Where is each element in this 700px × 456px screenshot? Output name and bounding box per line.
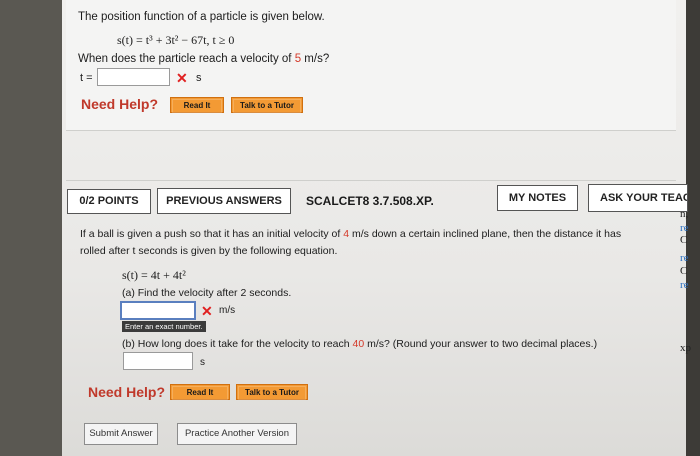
q2-part-a-unit: m/s bbox=[219, 305, 236, 316]
q2-talk-to-tutor-button[interactable]: Talk to a Tutor bbox=[236, 384, 308, 400]
q2-divider bbox=[66, 180, 676, 181]
q2-part-a: (a) Find the velocity after 2 seconds. bbox=[122, 287, 292, 299]
problem-code: SCALCET8 3.7.508.XP. bbox=[306, 194, 434, 208]
practice-another-version-button[interactable]: Practice Another Version bbox=[177, 423, 297, 445]
previous-answers-tab[interactable]: PREVIOUS ANSWERS bbox=[157, 188, 291, 214]
side-fragment: re bbox=[680, 279, 689, 291]
q1-need-help: Need Help? bbox=[81, 96, 159, 112]
q2-read-it-button[interactable]: Read It bbox=[170, 384, 230, 400]
incorrect-x-icon-a: ✕ bbox=[201, 303, 213, 319]
my-notes-button[interactable]: MY NOTES bbox=[497, 185, 578, 211]
submit-answer-button[interactable]: Submit Answer bbox=[84, 423, 158, 445]
q1-answer-input[interactable] bbox=[97, 68, 170, 86]
side-fragment: xp bbox=[680, 342, 691, 354]
side-fragment: re bbox=[680, 222, 689, 234]
points-tab[interactable]: 0/2 POINTS bbox=[67, 189, 151, 214]
side-fragment: C bbox=[680, 234, 688, 246]
q1-talk-to-tutor-button[interactable]: Talk to a Tutor bbox=[231, 97, 303, 113]
q2-intro-line1: If a ball is given a push so that it has… bbox=[80, 228, 622, 240]
q1-equation: s(t) = t³ + 3t² − 67t, t ≥ 0 bbox=[117, 33, 235, 47]
q2-need-help: Need Help? bbox=[88, 384, 166, 400]
q1-prompt: The position function of a particle is g… bbox=[78, 11, 325, 23]
incorrect-x-icon: ✕ bbox=[176, 70, 188, 86]
q1-read-it-button[interactable]: Read It bbox=[170, 97, 224, 113]
ask-teacher-button[interactable]: ASK YOUR TEACH bbox=[588, 184, 688, 212]
side-fragment: C bbox=[680, 265, 688, 277]
q1-question: When does the particle reach a velocity … bbox=[78, 53, 330, 65]
side-fragment: n, bbox=[680, 208, 689, 220]
q2-part-b-input[interactable] bbox=[123, 352, 193, 370]
q2-part-b: (b) How long does it take for the veloci… bbox=[122, 338, 598, 350]
q1-answer-label: t = bbox=[80, 72, 93, 84]
side-fragment: re bbox=[680, 252, 689, 264]
exact-number-tooltip: Enter an exact number. bbox=[122, 321, 206, 332]
q1-unit: s bbox=[196, 72, 202, 84]
q2-part-a-input[interactable] bbox=[120, 301, 196, 320]
q2-part-b-unit: s bbox=[200, 357, 205, 368]
q2-intro-line2: rolled after t seconds is given by the f… bbox=[80, 245, 338, 257]
q2-equation: s(t) = 4t + 4t² bbox=[122, 268, 186, 282]
